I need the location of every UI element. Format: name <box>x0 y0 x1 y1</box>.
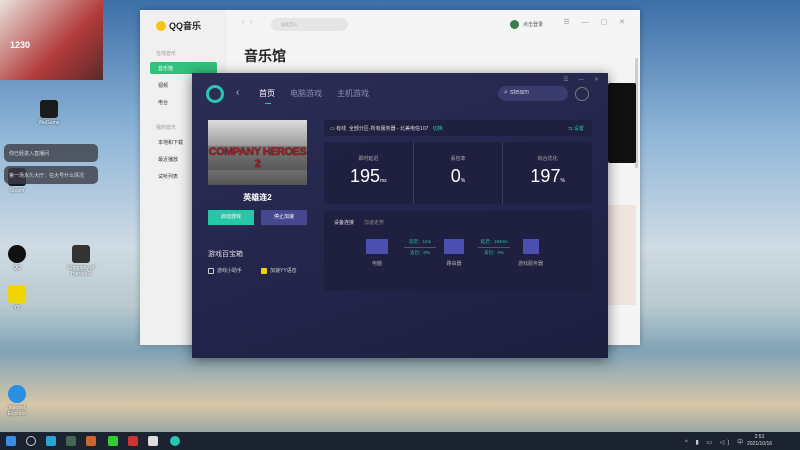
overlay-number: 1230 <box>10 40 31 50</box>
notification: 你已经进入直播间 <box>4 144 98 162</box>
desktop-icon[interactable]: WeGame <box>34 100 64 126</box>
search-input[interactable]: ⌕ steam <box>498 86 568 101</box>
device-panel: 设备连接 加速走势 电脑 延迟：1ms 丢包：0% 路由器 延迟：194ms 丢包：0… <box>324 211 592 291</box>
search-input[interactable]: 搜索音乐 <box>271 18 348 31</box>
edge-icon[interactable] <box>46 436 56 446</box>
stop-accel-button[interactable]: 停止加速 <box>261 210 307 225</box>
start-icon[interactable] <box>6 436 16 446</box>
desktop-icon[interactable]: Company of Heroes 2 <box>66 245 96 277</box>
app-icon[interactable] <box>86 436 96 446</box>
stat-latency: 即时延迟 195ms <box>324 142 414 204</box>
search-icon[interactable] <box>26 436 36 446</box>
game-cover: COMPANY HEROES 2 <box>208 120 307 185</box>
stat-packet-loss: 丢包率 0% <box>414 142 504 204</box>
section-label: 我的音乐 <box>156 125 177 131</box>
link-pc-router: 延迟：1ms 丢包：0% <box>404 239 436 256</box>
device-server: 游戏服务器 <box>518 239 543 267</box>
tab-accel-trend[interactable]: 加速走势 <box>364 220 384 226</box>
app-logo-icon <box>206 85 224 103</box>
server-icon <box>522 239 539 254</box>
tab-pc-games[interactable]: 电脑游戏 <box>290 88 322 99</box>
steam-icon[interactable] <box>66 436 76 446</box>
settings-button[interactable]: ⇆ 设置 <box>568 125 584 132</box>
qqmusic-icon[interactable] <box>108 436 118 446</box>
avatar <box>510 20 519 29</box>
game-name: 英雄连2 <box>243 193 272 202</box>
start-game-button[interactable]: 启动游戏 <box>208 210 254 225</box>
tab-device-connection[interactable]: 设备连接 <box>334 220 354 226</box>
toolbox-title: 游戏百宝箱 <box>208 251 243 258</box>
router-icon <box>444 239 464 254</box>
yy-icon <box>261 267 267 274</box>
window-controls[interactable]: ☰ — ▢ ✕ <box>563 18 630 26</box>
switch-link[interactable]: 切换 <box>433 126 443 132</box>
login-button[interactable]: 点击登录 <box>510 20 543 29</box>
tab-home[interactable]: 首页 <box>259 88 275 104</box>
app-icon[interactable] <box>128 436 138 446</box>
accelerator-icon[interactable] <box>170 436 180 446</box>
tool-game-helper[interactable]: 游戏小助手 <box>208 267 242 274</box>
user-icon[interactable] <box>575 87 589 101</box>
back-button[interactable]: ‹ <box>236 87 239 98</box>
desktop-icon[interactable]: Internet Explorer <box>2 385 32 417</box>
desktop-icon[interactable]: YY <box>2 285 32 311</box>
tool-yy-voice[interactable]: 加速YY语音 <box>261 267 297 274</box>
clock[interactable]: 2:51 2021/10/16 <box>747 434 772 448</box>
window-controls[interactable]: ☰ — ✕ <box>563 76 603 83</box>
stat-optimization: 综合优化 197% <box>530 156 565 186</box>
computer-icon <box>366 239 388 254</box>
link-router-server: 延迟：194ms 丢包：0% <box>478 239 510 256</box>
stats-panel: 即时延迟 195ms 丢包率 0% 综合优化 197% <box>324 142 592 204</box>
page-title: 音乐馆 <box>244 48 286 64</box>
accelerator-window: ‹ 首页 电脑游戏 主机游戏 ⌕ steam ☰ — ✕ COMPANY HER… <box>192 73 608 358</box>
nav-arrows[interactable]: ‹ › <box>242 19 253 26</box>
device-pc: 电脑 <box>366 239 388 267</box>
app-icon[interactable] <box>148 436 158 446</box>
qqmusic-logo: QQ音乐 <box>156 19 201 32</box>
connection-bar: ▭ 有线 全部分区-所有服务器 - 北美电信107 切换 ⇆ 设置 <box>324 120 592 136</box>
taskbar: ^ ▮ ▭ ◁) 中 2:51 2021/10/16 <box>0 432 800 450</box>
helper-icon <box>208 267 214 274</box>
device-router: 路由器 <box>444 239 464 267</box>
section-label: 在线音乐 <box>156 51 177 57</box>
qqmusic-logo-icon <box>156 20 166 31</box>
notification: 第一场永久大厅：在大号什么情况 <box>4 166 98 184</box>
tab-console-games[interactable]: 主机游戏 <box>337 88 369 99</box>
banner-image[interactable] <box>608 83 636 163</box>
webcam-overlay: 1230 <box>0 0 103 80</box>
desktop-icon[interactable]: QQ <box>2 245 32 271</box>
banner-image[interactable] <box>608 205 636 305</box>
system-tray[interactable]: ^ ▮ ▭ ◁) 中 <box>685 437 746 446</box>
